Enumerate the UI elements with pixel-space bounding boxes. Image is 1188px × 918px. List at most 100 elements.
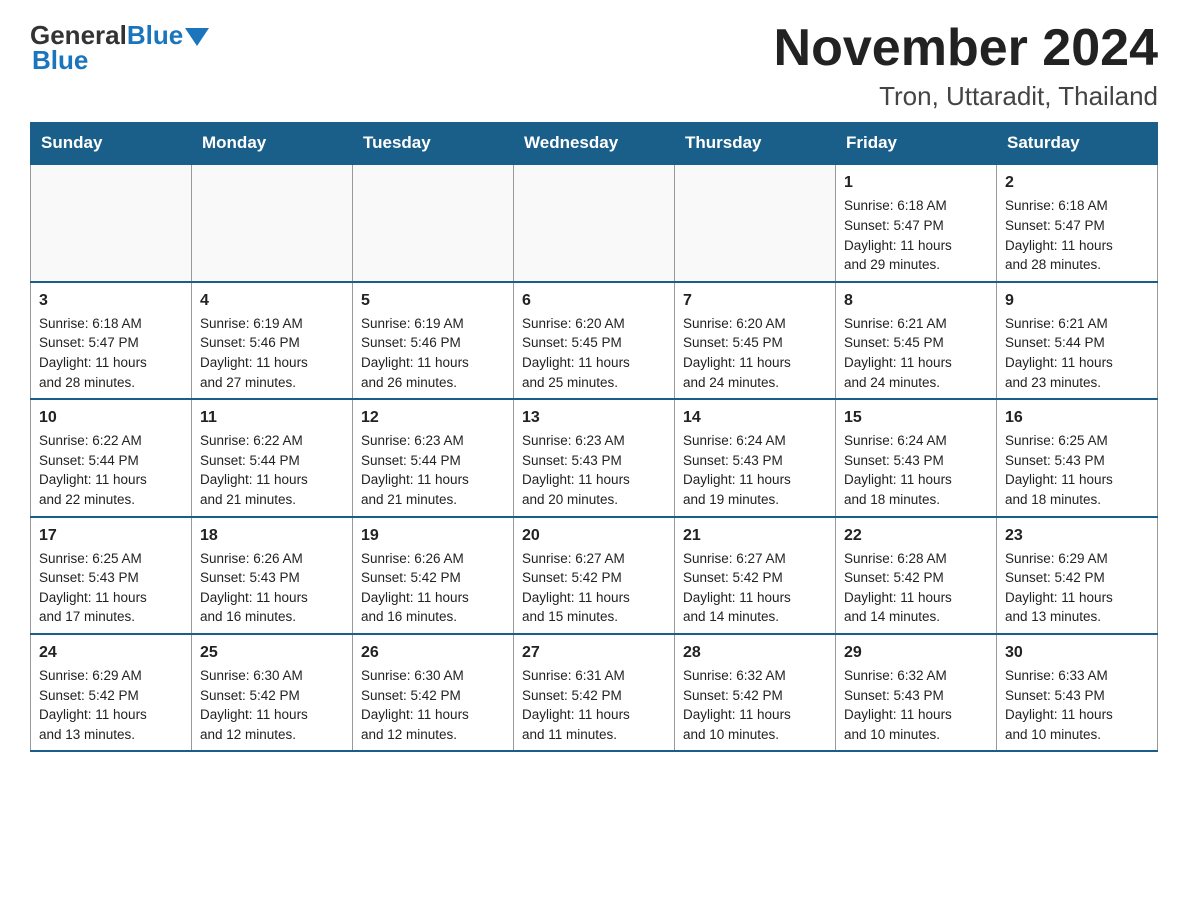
calendar-week-3: 10Sunrise: 6:22 AMSunset: 5:44 PMDayligh… [31,399,1158,516]
location-title: Tron, Uttaradit, Thailand [774,81,1158,112]
day-number: 20 [522,524,666,547]
day-info: Sunrise: 6:19 AM [361,314,505,334]
calendar-table: SundayMondayTuesdayWednesdayThursdayFrid… [30,122,1158,752]
calendar-cell [31,164,192,281]
calendar-cell: 17Sunrise: 6:25 AMSunset: 5:43 PMDayligh… [31,517,192,634]
day-info: and 15 minutes. [522,607,666,627]
day-info: Daylight: 11 hours [361,470,505,490]
day-info: and 20 minutes. [522,490,666,510]
day-info: and 25 minutes. [522,373,666,393]
calendar-col-friday: Friday [836,123,997,165]
day-number: 27 [522,641,666,664]
calendar-cell [514,164,675,281]
day-info: Daylight: 11 hours [522,705,666,725]
day-info: Daylight: 11 hours [844,353,988,373]
day-number: 29 [844,641,988,664]
day-info: Sunset: 5:42 PM [361,686,505,706]
calendar-cell: 12Sunrise: 6:23 AMSunset: 5:44 PMDayligh… [353,399,514,516]
day-info: Sunrise: 6:20 AM [683,314,827,334]
day-number: 13 [522,406,666,429]
calendar-cell: 25Sunrise: 6:30 AMSunset: 5:42 PMDayligh… [192,634,353,751]
day-info: Daylight: 11 hours [361,705,505,725]
day-info: Sunset: 5:43 PM [200,568,344,588]
day-number: 2 [1005,171,1149,194]
day-number: 15 [844,406,988,429]
day-number: 16 [1005,406,1149,429]
day-number: 21 [683,524,827,547]
calendar-cell: 9Sunrise: 6:21 AMSunset: 5:44 PMDaylight… [997,282,1158,399]
day-info: and 16 minutes. [361,607,505,627]
day-info: and 17 minutes. [39,607,183,627]
day-info: Sunset: 5:44 PM [39,451,183,471]
day-info: Daylight: 11 hours [844,470,988,490]
calendar-col-saturday: Saturday [997,123,1158,165]
day-info: and 12 minutes. [200,725,344,745]
calendar-col-wednesday: Wednesday [514,123,675,165]
calendar-cell: 30Sunrise: 6:33 AMSunset: 5:43 PMDayligh… [997,634,1158,751]
day-info: and 23 minutes. [1005,373,1149,393]
calendar-cell: 18Sunrise: 6:26 AMSunset: 5:43 PMDayligh… [192,517,353,634]
day-number: 14 [683,406,827,429]
day-info: and 28 minutes. [39,373,183,393]
day-info: Daylight: 11 hours [522,470,666,490]
day-info: Sunrise: 6:18 AM [844,196,988,216]
day-number: 6 [522,289,666,312]
day-info: and 18 minutes. [844,490,988,510]
calendar-col-tuesday: Tuesday [353,123,514,165]
day-info: and 21 minutes. [361,490,505,510]
day-info: Sunset: 5:42 PM [683,568,827,588]
day-info: and 29 minutes. [844,255,988,275]
calendar-cell: 26Sunrise: 6:30 AMSunset: 5:42 PMDayligh… [353,634,514,751]
logo: GeneralBlue Blue [30,20,209,76]
day-info: and 11 minutes. [522,725,666,745]
calendar-cell: 21Sunrise: 6:27 AMSunset: 5:42 PMDayligh… [675,517,836,634]
day-info: and 14 minutes. [683,607,827,627]
day-info: and 10 minutes. [683,725,827,745]
calendar-cell: 7Sunrise: 6:20 AMSunset: 5:45 PMDaylight… [675,282,836,399]
day-info: Sunset: 5:43 PM [844,451,988,471]
day-info: Sunrise: 6:23 AM [361,431,505,451]
calendar-cell: 11Sunrise: 6:22 AMSunset: 5:44 PMDayligh… [192,399,353,516]
day-info: Sunrise: 6:22 AM [39,431,183,451]
day-info: Daylight: 11 hours [522,353,666,373]
day-number: 4 [200,289,344,312]
day-info: Daylight: 11 hours [39,353,183,373]
calendar-cell: 6Sunrise: 6:20 AMSunset: 5:45 PMDaylight… [514,282,675,399]
calendar-cell: 27Sunrise: 6:31 AMSunset: 5:42 PMDayligh… [514,634,675,751]
logo-blue-line: Blue [30,45,88,76]
day-number: 25 [200,641,344,664]
day-info: Sunrise: 6:27 AM [522,549,666,569]
day-info: Sunset: 5:43 PM [522,451,666,471]
day-info: Sunset: 5:44 PM [200,451,344,471]
day-info: Daylight: 11 hours [1005,705,1149,725]
day-info: Sunset: 5:45 PM [683,333,827,353]
day-info: Daylight: 11 hours [683,705,827,725]
day-number: 3 [39,289,183,312]
calendar-cell: 3Sunrise: 6:18 AMSunset: 5:47 PMDaylight… [31,282,192,399]
day-info: Sunset: 5:42 PM [361,568,505,588]
calendar-cell: 2Sunrise: 6:18 AMSunset: 5:47 PMDaylight… [997,164,1158,281]
day-info: Sunrise: 6:30 AM [361,666,505,686]
day-number: 28 [683,641,827,664]
calendar-cell: 4Sunrise: 6:19 AMSunset: 5:46 PMDaylight… [192,282,353,399]
day-info: Daylight: 11 hours [361,353,505,373]
day-info: and 13 minutes. [39,725,183,745]
day-info: Sunset: 5:45 PM [844,333,988,353]
day-info: and 26 minutes. [361,373,505,393]
day-info: Sunset: 5:42 PM [200,686,344,706]
day-info: Sunrise: 6:33 AM [1005,666,1149,686]
day-info: Daylight: 11 hours [200,588,344,608]
day-info: Sunset: 5:46 PM [200,333,344,353]
day-info: Sunrise: 6:25 AM [1005,431,1149,451]
day-info: Sunrise: 6:22 AM [200,431,344,451]
day-info: Sunset: 5:43 PM [844,686,988,706]
day-number: 10 [39,406,183,429]
day-number: 17 [39,524,183,547]
day-info: Sunset: 5:43 PM [39,568,183,588]
day-info: and 24 minutes. [844,373,988,393]
calendar-cell: 14Sunrise: 6:24 AMSunset: 5:43 PMDayligh… [675,399,836,516]
day-info: and 24 minutes. [683,373,827,393]
day-info: Daylight: 11 hours [844,705,988,725]
day-info: Sunrise: 6:26 AM [361,549,505,569]
calendar-cell [353,164,514,281]
